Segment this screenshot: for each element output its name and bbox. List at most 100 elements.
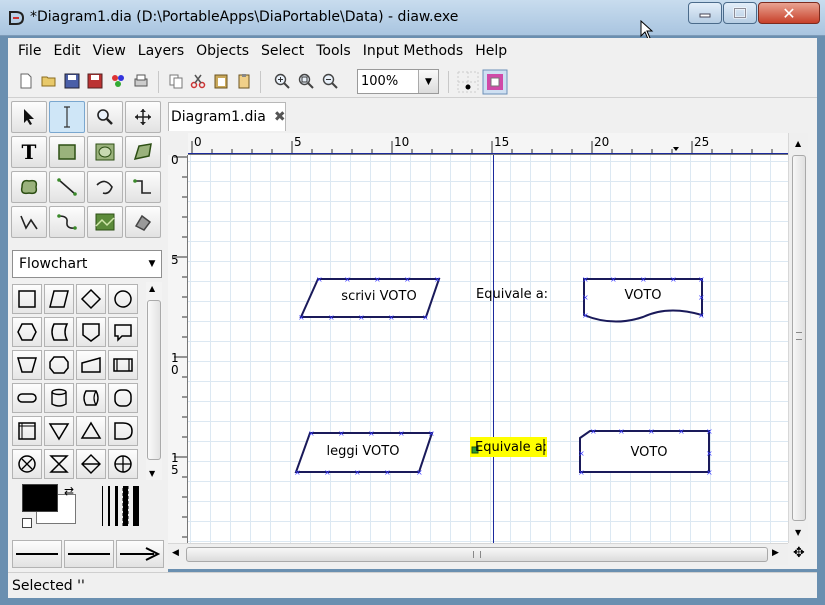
status-text: Selected '' <box>12 577 85 594</box>
svg-text:×: × <box>706 427 713 436</box>
snap-to-objects-icon[interactable] <box>482 69 508 95</box>
copy-icon[interactable] <box>168 73 184 89</box>
tab-diagram1[interactable]: Diagram1.dia ✖ <box>168 102 286 131</box>
standalone-text[interactable]: Equivale a: <box>476 287 548 302</box>
shape-process[interactable] <box>12 284 42 314</box>
zoom-dropdown-button[interactable]: ▼ <box>418 70 438 93</box>
shape-display[interactable] <box>108 317 138 347</box>
print-icon[interactable] <box>133 73 149 89</box>
bezier-line-tool[interactable] <box>49 206 85 238</box>
default-colors-icon[interactable] <box>22 518 32 528</box>
save-icon[interactable] <box>64 73 80 89</box>
diagram-canvas[interactable]: × × × × × × × × × × × × × × × × × × × × × × × × × × × × × <box>188 155 788 543</box>
paste-icon[interactable] <box>213 73 229 89</box>
menu-input-methods[interactable]: Input Methods <box>357 43 470 59</box>
ellipse-tool[interactable] <box>87 136 123 168</box>
scroll-tool[interactable] <box>125 101 161 133</box>
close-button[interactable]: ✕ <box>758 2 820 24</box>
shape-offpage[interactable] <box>76 317 106 347</box>
arc-tool[interactable] <box>87 171 123 203</box>
shape-collate[interactable] <box>44 449 74 479</box>
shape-predefined-process[interactable] <box>108 350 138 380</box>
vertical-scroll-thumb[interactable] <box>792 155 806 521</box>
shape-internal-storage[interactable] <box>12 416 42 446</box>
swap-colors-icon[interactable]: ⇄ <box>64 484 74 498</box>
menu-edit[interactable]: Edit <box>47 43 86 59</box>
snap-to-grid-icon[interactable] <box>456 70 480 94</box>
shape-or[interactable] <box>108 449 138 479</box>
horizontal-scroll-thumb[interactable] <box>186 547 768 562</box>
shape-terminal[interactable] <box>12 383 42 413</box>
zigzag-line-tool[interactable] <box>125 171 161 203</box>
menu-objects[interactable]: Objects <box>190 43 255 59</box>
shape-connector[interactable] <box>108 284 138 314</box>
vertical-scrollbar[interactable]: ▲ ▼ <box>788 133 808 543</box>
pointer-tool[interactable] <box>11 101 47 133</box>
maximize-button[interactable] <box>723 2 757 24</box>
menu-layers[interactable]: Layers <box>132 43 190 59</box>
zoom-input[interactable] <box>358 70 418 93</box>
text-tool[interactable]: T <box>11 136 47 168</box>
shape-manual-operation[interactable] <box>12 350 42 380</box>
text-edit-tool[interactable] <box>49 101 85 133</box>
export-icon[interactable] <box>110 73 126 89</box>
outline-tool[interactable] <box>125 206 161 238</box>
shape-delay-d[interactable] <box>108 416 138 446</box>
svg-text:×: × <box>582 275 589 284</box>
magnify-tool[interactable] <box>87 101 123 133</box>
shape-preparation[interactable] <box>12 317 42 347</box>
zoom-fit-icon[interactable] <box>298 73 314 89</box>
horizontal-scrollbar[interactable]: ◀ ▶ <box>168 543 788 565</box>
end-arrow-button[interactable] <box>116 540 164 568</box>
minimize-button[interactable] <box>688 2 722 24</box>
save-as-icon[interactable] <box>87 73 103 89</box>
shape-stored-data[interactable] <box>44 317 74 347</box>
line-tool[interactable] <box>49 171 85 203</box>
zoom-in-icon[interactable] <box>274 73 290 89</box>
beziergon-tool[interactable] <box>11 171 47 203</box>
close-icon: ✕ <box>782 3 796 23</box>
polyline-tool[interactable] <box>11 206 47 238</box>
shape-direct-access[interactable] <box>76 383 106 413</box>
foreground-color-swatch[interactable] <box>22 484 58 512</box>
menu-view[interactable]: View <box>87 43 132 59</box>
scroll-up-icon: ▲ <box>149 284 156 293</box>
shape-summing-junction[interactable] <box>12 449 42 479</box>
zoom-combo[interactable]: ▼ <box>357 69 439 94</box>
clipboard-icon[interactable] <box>236 73 252 89</box>
navigation-icon[interactable]: ✥ <box>793 545 805 561</box>
menu-file[interactable]: File <box>12 43 47 59</box>
svg-text:×: × <box>590 427 597 436</box>
shape-palette-scrollbar[interactable]: ▲ ▼ <box>146 282 162 480</box>
menu-tools[interactable]: Tools <box>310 43 357 59</box>
line-width-icon[interactable] <box>100 486 150 526</box>
sheet-selector[interactable]: Flowchart ▼ <box>12 250 162 278</box>
shape-data[interactable] <box>44 284 74 314</box>
shape-manual-input[interactable] <box>76 350 106 380</box>
menu-help[interactable]: Help <box>469 43 513 59</box>
shape-extract[interactable] <box>76 416 106 446</box>
box-tool[interactable] <box>49 136 85 168</box>
line-style-button[interactable] <box>64 540 114 568</box>
menu-select[interactable]: Select <box>255 43 310 59</box>
zoom-out-icon[interactable] <box>322 73 338 89</box>
color-area: ⇄ <box>8 484 168 540</box>
shape-merge[interactable] <box>44 416 74 446</box>
shape-delay[interactable] <box>108 383 138 413</box>
polygon-tool[interactable] <box>125 136 161 168</box>
scroll-thumb[interactable] <box>147 300 161 460</box>
svg-text:×: × <box>384 468 391 477</box>
image-tool[interactable] <box>87 206 123 238</box>
open-folder-icon[interactable] <box>41 73 57 89</box>
start-arrow-button[interactable] <box>12 540 62 568</box>
minimize-icon <box>699 13 711 18</box>
selected-text[interactable]: Equivale a: <box>475 440 547 455</box>
shape-decision[interactable] <box>76 284 106 314</box>
tab-close-icon[interactable]: ✖ <box>274 109 286 125</box>
shape-terminal-hex[interactable] <box>44 350 74 380</box>
shape-magnetic-disk[interactable] <box>44 383 74 413</box>
cut-icon[interactable] <box>190 73 206 89</box>
process-shape-icon <box>18 290 36 308</box>
shape-sort[interactable] <box>76 449 106 479</box>
new-file-icon[interactable] <box>18 73 34 89</box>
